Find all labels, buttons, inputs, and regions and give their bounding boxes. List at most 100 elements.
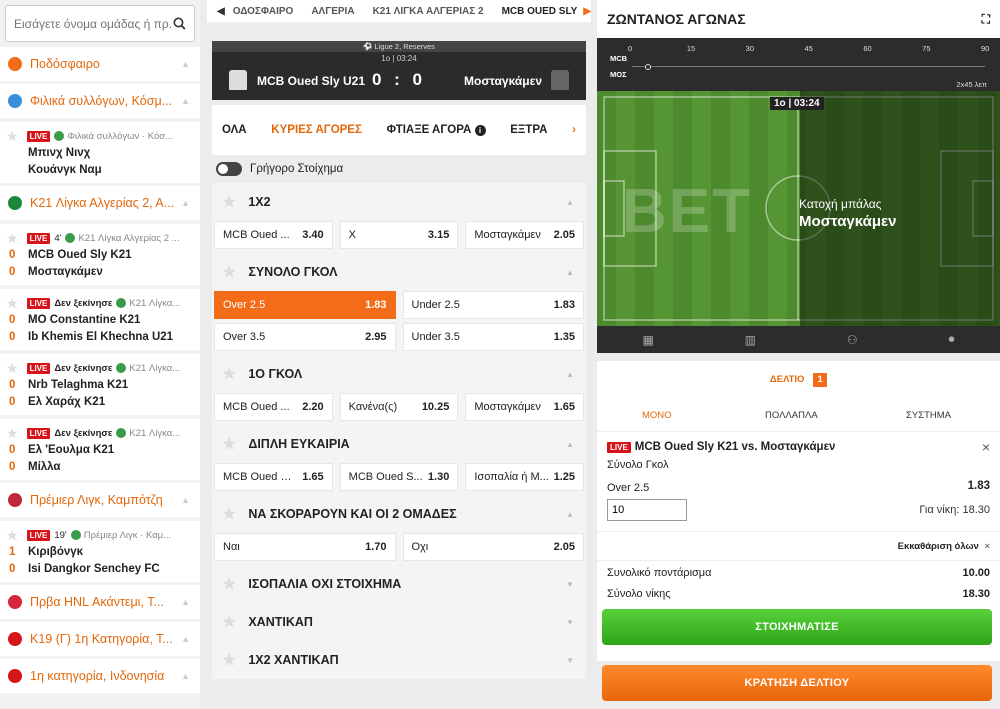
odds-button[interactable]: MCB Oued ... 3.40 [214, 221, 333, 249]
favorite-star-icon[interactable]: ★ [6, 295, 19, 311]
market-header[interactable]: ★ ΙΣΟΠΑΛΙΑ ΟΧΙ ΣΤΟΙΧΗΜΑ ▼ [212, 565, 586, 603]
tab-extra[interactable]: ΕΞΤΡΑ [510, 124, 547, 136]
sidebar-match[interactable]: ★ LIVE 19' Πρέμιερ Λιγκ · Καμ... 1 Κιριβόνγκ 0… [0, 520, 200, 582]
favorite-star-icon[interactable]: ★ [222, 192, 236, 212]
market-header[interactable]: ★ ΔΙΠΛΗ ΕΥΚΑΙΡΙΑ ▲ [212, 425, 586, 463]
chevron-icon[interactable]: ▼ [566, 580, 574, 589]
chevron-icon[interactable]: ▼ [566, 656, 574, 665]
stats-icon[interactable]: ▥ [745, 333, 756, 347]
sidebar-category[interactable]: Πρέμιερ Λιγκ, Καμπότζη ▲ [0, 483, 200, 517]
favorite-star-icon[interactable]: ★ [222, 612, 236, 632]
clear-all-button[interactable]: Εκκαθάριση όλων × [898, 541, 990, 552]
favorite-star-icon[interactable]: ★ [6, 425, 19, 441]
sidebar-match[interactable]: ★ LIVE 4' K21 Λίγκα Αλγερίας 2 ... 0 MCB Oued… [0, 223, 200, 285]
chevron-up-icon[interactable]: ▲ [181, 597, 190, 607]
favorite-star-icon[interactable]: ★ [222, 434, 236, 454]
odds-button[interactable]: MCB Oued Sl... 1.65 [214, 463, 333, 491]
sidebar-match[interactable]: ★ LIVE Δεν ξεκίνησε K21 Λίγκα... 0 Nrb Telagh… [0, 353, 200, 415]
odds-button[interactable]: Ναι 1.70 [214, 533, 396, 561]
toggle-switch[interactable] [216, 162, 242, 176]
odds-button[interactable]: Μοσταγκάμεν 2.05 [465, 221, 585, 249]
sidebar-match[interactable]: ★ LIVE Φιλικά συλλόγων · Κόσ... Μπινχ Νινχ Κ… [0, 121, 200, 183]
possession-label: Κατοχή μπάλας [799, 197, 882, 211]
chevron-icon[interactable]: ▼ [566, 618, 574, 627]
chevron-icon[interactable]: ▲ [566, 440, 574, 449]
sidebar-category[interactable]: 1η κατηγορία, Ινδονησία ▲ [0, 659, 200, 693]
favorite-star-icon[interactable]: ★ [222, 650, 236, 670]
lineups-icon[interactable]: ⚇ [847, 333, 858, 347]
market-header[interactable]: ★ 1Χ2 ▲ [212, 183, 586, 221]
breadcrumb-next-icon[interactable]: ▶ [583, 6, 591, 17]
tab-build-market[interactable]: ΦΤΙΑΞΕ ΑΓΟΡΑ i [387, 124, 486, 136]
favorite-star-icon[interactable]: ★ [6, 128, 19, 144]
chevron-icon[interactable]: ▲ [566, 198, 574, 207]
favorite-star-icon[interactable]: ★ [6, 230, 19, 246]
commentary-icon[interactable]: ⏺ [949, 332, 955, 347]
odds-button[interactable]: Ισοπαλία ή M... 1.25 [465, 463, 585, 491]
odds-value: 1.35 [553, 331, 575, 343]
market-header[interactable]: ★ ΣΥΝΟΛΟ ΓΚΟΛ ▲ [212, 253, 586, 291]
chevron-up-icon[interactable]: ▲ [181, 96, 190, 106]
search-input[interactable] [14, 16, 174, 31]
slip-tab-system[interactable]: ΣΥΣΤΗΜΑ [906, 410, 951, 421]
save-slip-button[interactable]: ΚΡΑΤΗΣΗ ΔΕΛΤΙΟΥ [602, 665, 992, 701]
tabs-scroll-icon[interactable]: › [572, 124, 576, 136]
pitch-icon[interactable]: ▦ [642, 333, 653, 347]
chevron-up-icon[interactable]: ▲ [181, 634, 190, 644]
search-box[interactable] [5, 5, 195, 42]
odds-button[interactable]: Over 2.5 1.83 [214, 291, 396, 319]
sidebar-category[interactable]: K19 (Γ) 1η Κατηγορία, Τ... ▲ [0, 622, 200, 656]
sidebar-category[interactable]: Φιλικά συλλόγων, Κόσμ... ▲ [0, 84, 200, 118]
market-header[interactable]: ★ 1Χ2 ΧΑΝΤΙΚΑΠ ▼ [212, 641, 586, 679]
market-header[interactable]: ★ ΝΑ ΣΚΟΡΑΡΟΥΝ ΚΑΙ ΟΙ 2 ΟΜΑΔΕΣ ▲ [212, 495, 586, 533]
chevron-up-icon[interactable]: ▲ [181, 198, 190, 208]
odds-value: 3.40 [302, 229, 324, 241]
odds-button[interactable]: Under 2.5 1.83 [402, 291, 584, 319]
favorite-star-icon[interactable]: ★ [222, 262, 236, 282]
breadcrumb-item[interactable]: ΟΔΟΣΦΑΙΡΟ [233, 6, 294, 17]
breadcrumb-back-icon[interactable]: ◀ [217, 6, 225, 17]
favorite-star-icon[interactable]: ★ [6, 360, 19, 376]
favorite-star-icon[interactable]: ★ [222, 364, 236, 384]
chevron-icon[interactable]: ▲ [566, 268, 574, 277]
odds-button[interactable]: MCB Oued ... 2.20 [214, 393, 333, 421]
sidebar-match[interactable]: ★ LIVE Δεν ξεκίνησε K21 Λίγκα... 0 Ελ 'Εουλμα… [0, 418, 200, 480]
market-header[interactable]: ★ ΧΑΝΤΙΚΑΠ ▼ [212, 603, 586, 641]
odds-label: MCB Oued ... [223, 229, 290, 241]
tab-all[interactable]: ΟΛΑ [222, 124, 247, 136]
odds-button[interactable]: Όχι 2.05 [402, 533, 584, 561]
favorite-star-icon[interactable]: ★ [6, 527, 19, 543]
sidebar-category[interactable]: Πρβα HNL Ακάντεμι, Τ... ▲ [0, 585, 200, 619]
odds-button[interactable]: Μοσταγκάμεν 1.65 [465, 393, 585, 421]
sidebar-category[interactable]: Ποδόσφαιρο ▲ [0, 47, 200, 81]
favorite-star-icon[interactable]: ★ [222, 574, 236, 594]
tab-main-markets[interactable]: ΚΥΡΙΕΣ ΑΓΟΡΕΣ [271, 124, 362, 136]
chevron-icon[interactable]: ▲ [566, 370, 574, 379]
stake-input[interactable] [607, 499, 687, 521]
chevron-up-icon[interactable]: ▲ [181, 59, 190, 69]
slip-tab-multiple[interactable]: ΠΟΛΛΑΠΛΑ [765, 410, 818, 421]
league-name: K21 Λίγκα Αλγερίας 2 ... [78, 232, 180, 244]
odds-button[interactable]: MCB Oued S... 1.30 [339, 463, 459, 491]
odds-value: 1.65 [302, 471, 324, 483]
search-icon[interactable] [173, 17, 186, 30]
remove-selection-icon[interactable]: × [982, 439, 990, 455]
slip-tab-single[interactable]: ΜΟΝΟ [642, 410, 672, 421]
quick-bet-toggle[interactable]: Γρήγορο Στοίχημα [207, 155, 591, 183]
expand-icon[interactable]: ⛶ [982, 12, 990, 27]
place-bet-button[interactable]: ΣΤΟΙΧΗΜΑΤΙΣΕ [602, 609, 992, 645]
odds-button[interactable]: Under 3.5 1.35 [402, 323, 584, 351]
breadcrumb-item[interactable]: K21 ΛΙΓΚΑ ΑΛΓΕΡΙΑΣ 2 [373, 6, 484, 17]
odds-button[interactable]: Κανένα(ς) 10.25 [339, 393, 459, 421]
chevron-icon[interactable]: ▲ [566, 510, 574, 519]
breadcrumb-item[interactable]: ΑΛΓΕΡΙΑ [311, 6, 354, 17]
sidebar-match[interactable]: ★ LIVE Δεν ξεκίνησε K21 Λίγκα... 0 MO Constan… [0, 288, 200, 350]
favorite-star-icon[interactable]: ★ [222, 504, 236, 524]
chevron-up-icon[interactable]: ▲ [181, 671, 190, 681]
sidebar-category[interactable]: K21 Λίγκα Αλγερίας 2, Α... ▲ [0, 186, 200, 220]
market-header[interactable]: ★ 1Ο ΓΚΟΛ ▲ [212, 355, 586, 393]
scoreboard-league: ⚽ Ligue 2, Reserves [212, 41, 586, 52]
chevron-up-icon[interactable]: ▲ [181, 495, 190, 505]
odds-button[interactable]: Over 3.5 2.95 [214, 323, 396, 351]
odds-button[interactable]: X 3.15 [339, 221, 459, 249]
